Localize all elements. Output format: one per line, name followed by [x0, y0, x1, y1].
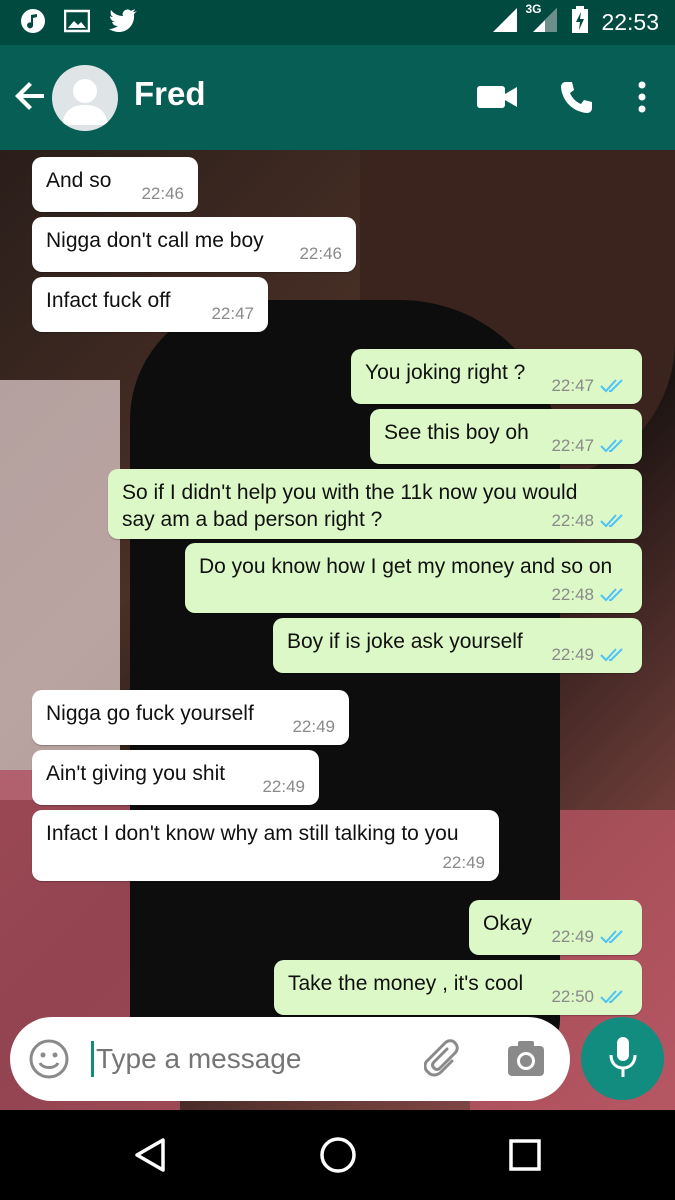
chat-area[interactable]: And so 22:46 Nigga don't call me boy 22:… [0, 150, 675, 1110]
message-time: 22:46 [299, 244, 342, 263]
navigation-bar [0, 1110, 675, 1200]
message-time: 22:48 [551, 585, 594, 604]
video-call-icon[interactable] [477, 84, 517, 115]
message-text: Do you know how I get my money and so on [199, 555, 613, 578]
recents-square-icon[interactable] [508, 1138, 542, 1177]
network-type: 3G [525, 2, 542, 16]
chat-header: Fred [0, 45, 675, 150]
message-time: 22:48 [551, 511, 594, 530]
message-input[interactable] [94, 1033, 398, 1085]
message-incoming[interactable]: And so 22:46 [32, 157, 198, 212]
more-vert-icon[interactable] [637, 81, 647, 118]
message-incoming[interactable]: Nigga don't call me boy 22:46 [32, 217, 356, 272]
message-incoming[interactable]: Infact I don't know why am still talking… [32, 810, 499, 881]
double-check-icon [600, 588, 623, 602]
twitter-icon [108, 8, 138, 39]
camera-icon[interactable] [506, 1040, 546, 1083]
avatar-placeholder-icon [62, 79, 108, 125]
image-icon [63, 9, 91, 38]
double-check-icon [600, 439, 623, 453]
back-triangle-icon[interactable] [133, 1137, 167, 1178]
message-outgoing[interactable]: See this boy oh 22:47 [370, 409, 642, 464]
message-outgoing[interactable]: You joking right ? 22:47 [351, 349, 642, 404]
message-outgoing[interactable]: Do you know how I get my money and so on… [185, 543, 642, 613]
battery-charging-icon [571, 6, 589, 39]
message-time: 22:50 [551, 987, 594, 1006]
message-time: 22:47 [211, 304, 254, 323]
double-check-icon [600, 930, 623, 944]
avatar[interactable] [52, 65, 118, 131]
signal-icon: 3G [525, 2, 559, 39]
message-incoming[interactable]: Ain't giving you shit 22:49 [32, 750, 319, 805]
music-note-icon [20, 8, 46, 39]
message-time: 22:49 [442, 853, 485, 872]
message-text: Infact I don't know why am still talking… [46, 822, 459, 845]
mic-button[interactable] [581, 1017, 664, 1100]
message-incoming[interactable]: Nigga go fuck yourself 22:49 [32, 690, 349, 745]
message-time: 22:49 [292, 717, 335, 736]
phone-icon[interactable] [559, 79, 595, 120]
message-time: 22:47 [551, 376, 594, 395]
message-outgoing[interactable]: Okay 22:49 [469, 900, 642, 955]
message-text: Nigga don't call me boy [46, 229, 264, 252]
message-composer [10, 1017, 570, 1101]
contact-name[interactable]: Fred [134, 75, 206, 113]
message-time: 22:46 [141, 184, 184, 203]
message-time: 22:49 [551, 645, 594, 664]
back-arrow-icon[interactable] [14, 79, 48, 118]
message-text: So if I didn't help you with the 11k now… [122, 481, 578, 531]
message-time: 22:49 [262, 777, 305, 796]
mic-icon [608, 1036, 638, 1085]
message-outgoing[interactable]: Take the money , it's cool 22:50 [274, 960, 642, 1015]
emoji-icon[interactable] [28, 1038, 70, 1085]
attach-icon[interactable] [423, 1039, 464, 1084]
double-check-icon [600, 990, 623, 1004]
signal-icon [491, 6, 519, 39]
message-incoming[interactable]: Infact fuck off 22:47 [32, 277, 268, 332]
home-circle-icon[interactable] [319, 1136, 357, 1179]
status-bar: 3G 22:53 [0, 0, 675, 45]
message-time: 22:49 [551, 927, 594, 946]
message-outgoing[interactable]: Boy if is joke ask yourself 22:49 [273, 618, 642, 673]
clock: 22:53 [601, 9, 659, 35]
double-check-icon [600, 648, 623, 662]
message-outgoing[interactable]: So if I didn't help you with the 11k now… [108, 469, 642, 539]
message-time: 22:47 [551, 436, 594, 455]
double-check-icon [600, 379, 623, 393]
double-check-icon [600, 514, 623, 528]
